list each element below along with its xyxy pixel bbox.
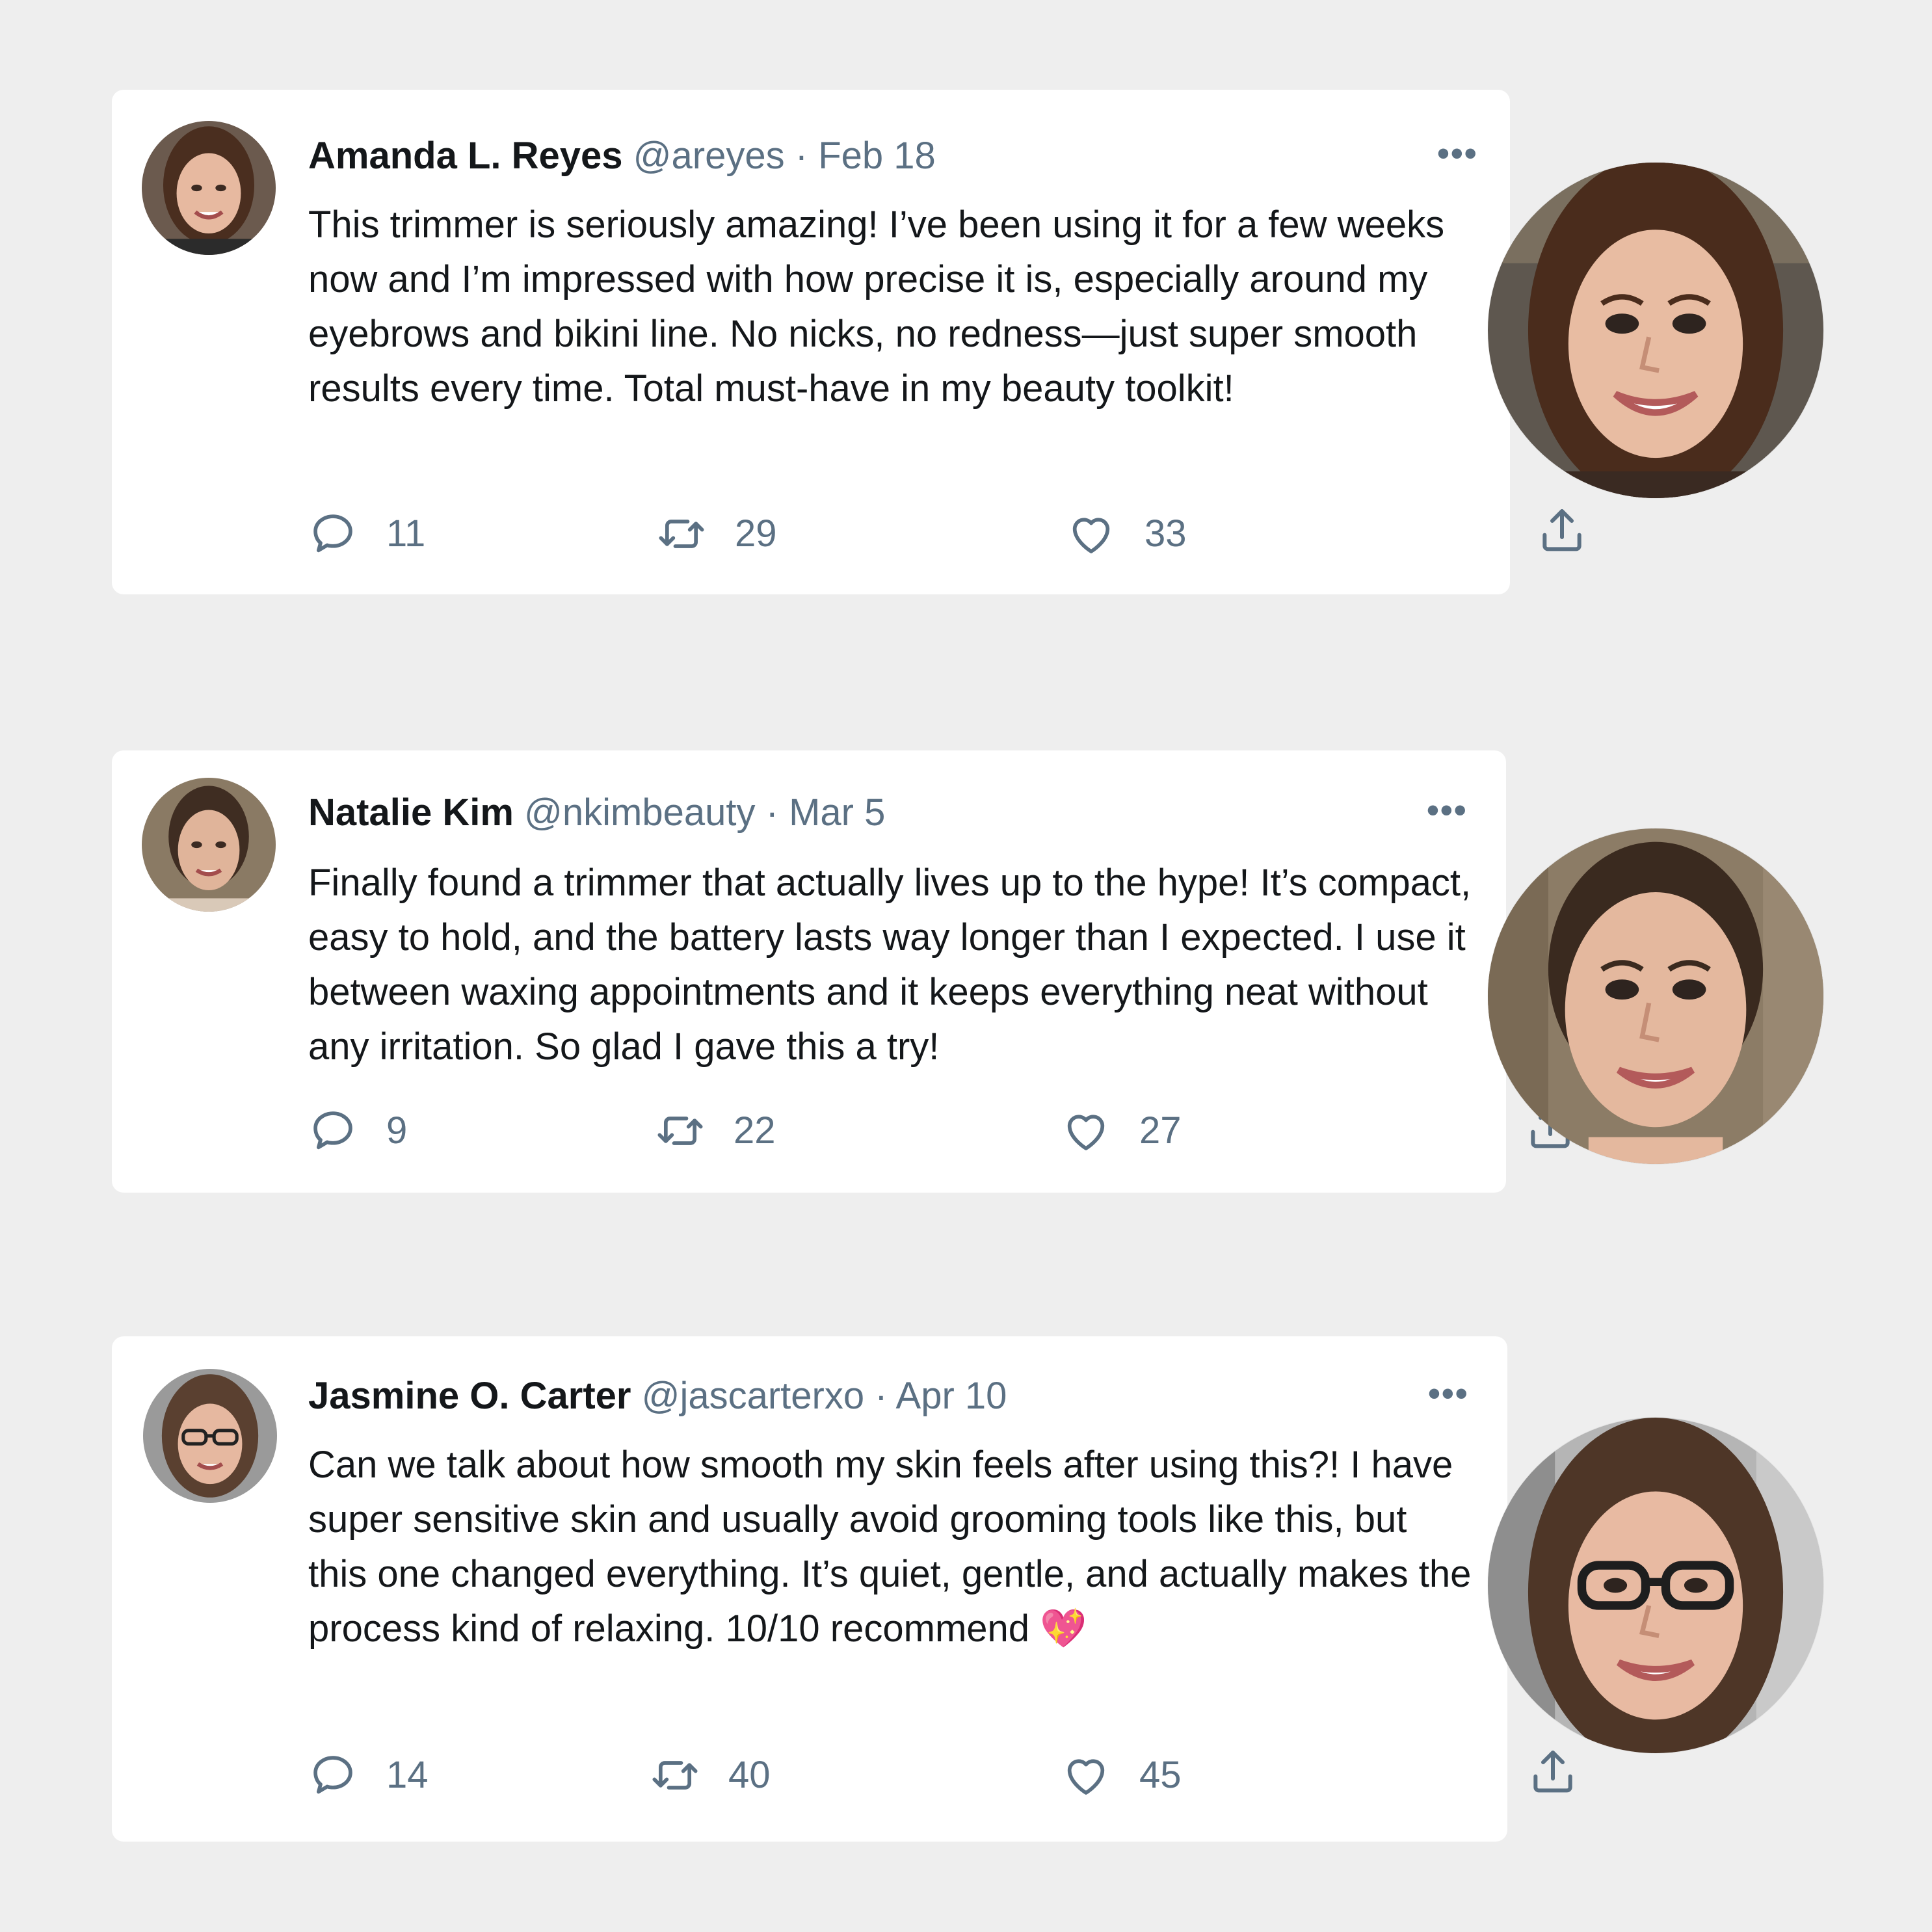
reply-count: 14 [386, 1754, 429, 1796]
more-horizontal-icon[interactable]: ••• [1427, 793, 1468, 828]
tweet-text: Finally found a trimmer that actually li… [308, 862, 1472, 1068]
more-horizontal-icon[interactable]: ••• [1428, 1376, 1469, 1411]
tweet-header: Amanda L. Reyes @areyes · Feb 18 [308, 130, 936, 182]
tweet-actions: 11 29 33 [308, 505, 1581, 563]
separator-dot: · [875, 1375, 888, 1417]
share-button[interactable] [1527, 1746, 1608, 1798]
like-button[interactable]: 33 [1066, 505, 1187, 563]
tweet-date[interactable]: Mar 5 [789, 791, 885, 834]
tweet-text: Can we talk about how smooth my skin fee… [308, 1444, 1472, 1650]
heart-icon [1072, 518, 1110, 553]
tweet-date[interactable]: Apr 10 [896, 1375, 1007, 1417]
tweet-date[interactable]: Feb 18 [818, 135, 936, 177]
reply-button[interactable]: 11 [308, 505, 425, 563]
reply-button[interactable]: 9 [308, 1102, 407, 1160]
like-count: 45 [1139, 1754, 1182, 1796]
tweet-text: This trimmer is seriously amazing! I’ve … [308, 204, 1445, 410]
like-button[interactable]: 27 [1061, 1102, 1182, 1160]
tweet-header: Jasmine O. Carter @jascarterxo · Apr 10 [308, 1370, 1007, 1422]
tweet-card: Natalie Kim @nkimbeauty · Mar 5 ••• Fina… [112, 750, 1570, 1193]
retweet-count: 40 [728, 1754, 771, 1796]
retweet-count: 29 [735, 512, 777, 555]
avatar[interactable] [142, 778, 276, 912]
retweet-count: 22 [734, 1109, 776, 1152]
tweet-actions: 14 40 45 [308, 1746, 1572, 1805]
separator-dot: · [765, 791, 778, 834]
retweet-icon [657, 1117, 703, 1145]
author-name[interactable]: Jasmine O. Carter [308, 1375, 631, 1417]
tweet-header: Natalie Kim @nkimbeauty · Mar 5 [308, 787, 885, 839]
share-icon [1542, 509, 1581, 551]
share-button[interactable] [1536, 505, 1617, 557]
like-button[interactable]: 45 [1061, 1746, 1182, 1805]
retweet-button[interactable]: 29 [657, 505, 777, 563]
author-name[interactable]: Natalie Kim [308, 791, 514, 834]
retweet-icon [659, 520, 704, 548]
avatar[interactable] [142, 121, 276, 255]
more-horizontal-icon[interactable]: ••• [1437, 136, 1478, 171]
author-name[interactable]: Amanda L. Reyes [308, 135, 623, 177]
tweet-card: Amanda L. Reyes @areyes · Feb 18 ••• Thi… [112, 90, 1581, 594]
retweet-icon [652, 1761, 698, 1790]
author-handle[interactable]: @nkimbeauty [524, 791, 755, 834]
author-handle[interactable]: @jascarterxo [642, 1375, 865, 1417]
reply-icon [313, 1756, 352, 1794]
avatar[interactable] [143, 1369, 277, 1503]
separator-dot: · [795, 135, 808, 177]
tweet-actions: 9 22 27 [308, 1102, 1570, 1160]
like-count: 33 [1145, 512, 1187, 555]
like-count: 27 [1139, 1109, 1182, 1152]
portrait-photo [1488, 1418, 1823, 1753]
reply-button[interactable]: 14 [308, 1746, 429, 1805]
portrait-photo [1488, 163, 1823, 498]
retweet-button[interactable]: 22 [655, 1102, 776, 1160]
reply-icon [313, 514, 352, 553]
portrait-photo [1488, 828, 1823, 1164]
tweet-card: Jasmine O. Carter @jascarterxo · Apr 10 … [112, 1336, 1572, 1842]
reply-count: 11 [386, 512, 426, 555]
reply-count: 9 [386, 1109, 408, 1152]
share-icon [1533, 1751, 1572, 1793]
reply-icon [313, 1111, 352, 1150]
author-handle[interactable]: @areyes [633, 135, 785, 177]
heart-icon [1067, 1115, 1105, 1150]
heart-icon [1067, 1759, 1105, 1795]
retweet-button[interactable]: 40 [650, 1746, 771, 1805]
